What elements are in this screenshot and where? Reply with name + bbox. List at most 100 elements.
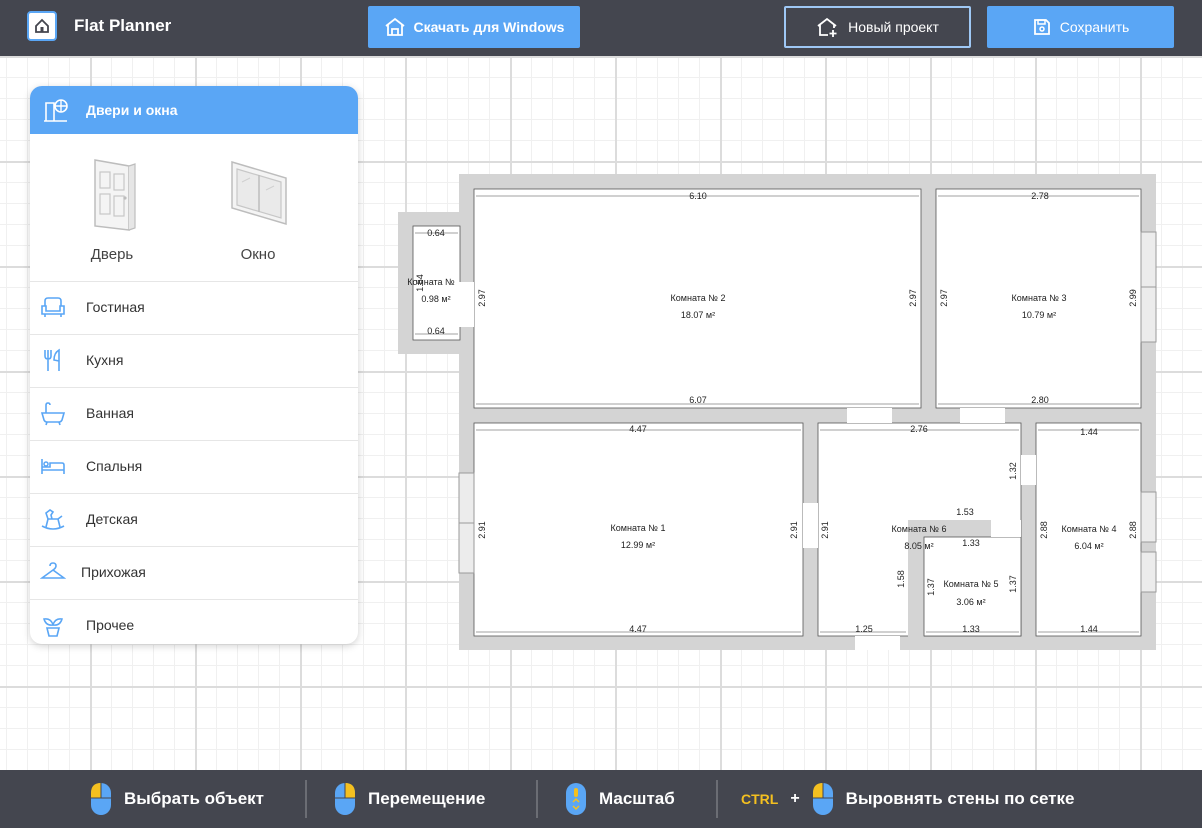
category-kids-room[interactable]: Детская bbox=[30, 494, 358, 547]
dim-r5-top: 1.33 bbox=[962, 538, 980, 548]
dim-r4-left: 2.88 bbox=[1039, 521, 1049, 539]
category-label: Прихожая bbox=[81, 564, 146, 580]
save-label: Сохранить bbox=[1059, 19, 1130, 35]
plant-icon bbox=[43, 618, 63, 637]
hint-separator bbox=[716, 780, 718, 818]
dim-r5-bottom: 1.33 bbox=[962, 624, 980, 634]
new-project-label: Новый проект bbox=[848, 19, 939, 35]
door-opening bbox=[855, 636, 900, 650]
room-4-area: 6.04 м² bbox=[1074, 541, 1103, 551]
hint-align-grid: CTRL + Выровнять стены по сетке bbox=[741, 770, 1074, 828]
room-5-wall bbox=[908, 520, 924, 650]
room-2-area: 18.07 м² bbox=[681, 310, 715, 320]
room-5-name: Комната № 5 bbox=[944, 579, 999, 589]
download-label: Скачать для Windows bbox=[413, 19, 565, 35]
house-plus-icon bbox=[817, 17, 837, 37]
dim-r6-inner: 1.58 bbox=[896, 570, 906, 588]
category-bathroom[interactable]: Ванная bbox=[30, 388, 358, 441]
dim-r6-right: 1.32 bbox=[1008, 462, 1018, 480]
dim-r4-right: 2.88 bbox=[1128, 521, 1138, 539]
armchair-icon bbox=[41, 297, 65, 317]
category-kitchen[interactable]: Кухня bbox=[30, 335, 358, 388]
room-6-area: 8.05 м² bbox=[904, 541, 933, 551]
doors-windows-tiles: Дверь Окно bbox=[30, 134, 358, 282]
category-hallway[interactable]: Прихожая bbox=[30, 547, 358, 600]
bed-icon bbox=[41, 459, 65, 474]
window-icon bbox=[231, 160, 287, 226]
rocking-horse-icon bbox=[41, 509, 65, 530]
dim-r3-top: 2.78 bbox=[1031, 191, 1049, 201]
dim-r6-mid: 1.53 bbox=[956, 507, 974, 517]
room-2-name: Комната № 2 bbox=[671, 293, 726, 303]
category-label: Ванная bbox=[86, 405, 134, 421]
new-project-button[interactable]: Новый проект bbox=[784, 6, 971, 48]
top-bar: Flat Planner Скачать для Windows Новый п… bbox=[0, 0, 1202, 56]
dim-r1-right: 2.91 bbox=[789, 521, 799, 539]
dim-r2-top: 6.10 bbox=[689, 191, 707, 201]
mouse-scroll-icon bbox=[566, 783, 586, 815]
hint-separator bbox=[305, 780, 307, 818]
hint-select-label: Выбрать объект bbox=[124, 789, 264, 808]
window-segment bbox=[458, 522, 475, 574]
category-other[interactable]: Прочее bbox=[30, 600, 358, 644]
mouse-right-click-icon bbox=[335, 783, 355, 815]
dim-r6-bottom: 1.25 bbox=[855, 624, 873, 634]
dim-r5-left: 1.37 bbox=[926, 578, 936, 596]
door-tile[interactable]: Дверь bbox=[42, 134, 182, 281]
door-opening bbox=[847, 408, 892, 423]
category-label: Спальня bbox=[86, 458, 143, 474]
objects-panel: Двери и окна Дверь Окно Гостиная Кухня В… bbox=[30, 86, 358, 644]
dim-small-top: 0.64 bbox=[427, 228, 445, 238]
category-label: Кухня bbox=[86, 352, 124, 368]
app-logo-icon bbox=[27, 11, 57, 41]
save-button[interactable]: Сохранить bbox=[987, 6, 1174, 48]
mouse-left-click-icon bbox=[812, 783, 833, 815]
category-label: Гостиная bbox=[86, 299, 145, 315]
small-room-name: Комната № bbox=[407, 277, 455, 287]
dim-r5-right: 1.37 bbox=[1008, 575, 1018, 593]
room-6-name: Комната № 6 bbox=[892, 524, 947, 534]
window-segment bbox=[1140, 231, 1157, 288]
cutlery-icon bbox=[44, 348, 60, 371]
hint-zoom: Масштаб bbox=[565, 770, 675, 828]
door-opening bbox=[803, 503, 818, 548]
door-opening bbox=[459, 282, 474, 327]
ctrl-key-label: CTRL bbox=[741, 791, 779, 807]
window-segment bbox=[458, 472, 475, 524]
category-living-room[interactable]: Гостиная bbox=[30, 282, 358, 335]
hint-move: Перемещение bbox=[334, 770, 485, 828]
room-4-name: Комната № 4 bbox=[1062, 524, 1117, 534]
panel-header-label: Двери и окна bbox=[86, 102, 178, 118]
panel-header-doors-windows[interactable]: Двери и окна bbox=[30, 86, 358, 134]
category-label: Детская bbox=[86, 511, 138, 527]
door-opening bbox=[991, 520, 1021, 537]
room-5-area: 3.06 м² bbox=[956, 597, 985, 607]
hanger-icon bbox=[40, 562, 66, 579]
door-icon bbox=[94, 159, 136, 231]
dim-r3-bottom: 2.80 bbox=[1031, 395, 1049, 405]
dim-r3-right: 2.99 bbox=[1128, 289, 1138, 307]
dim-r4-bottom: 1.44 bbox=[1080, 624, 1098, 634]
category-bedroom[interactable]: Спальня bbox=[30, 441, 358, 494]
dim-r2-right: 2.97 bbox=[908, 289, 918, 307]
window-label: Окно bbox=[240, 246, 276, 263]
dim-r4-top: 1.44 bbox=[1080, 427, 1098, 437]
room-3-area: 10.79 м² bbox=[1022, 310, 1056, 320]
small-room-area: 0.98 м² bbox=[421, 294, 450, 304]
app-title: Flat Planner bbox=[74, 16, 172, 35]
hint-separator bbox=[536, 780, 538, 818]
dim-r6-left: 2.91 bbox=[820, 521, 830, 539]
window-segment bbox=[1140, 491, 1157, 543]
room-3-name: Комната № 3 bbox=[1012, 293, 1067, 303]
mouse-left-click-icon bbox=[91, 783, 111, 815]
download-windows-button[interactable]: Скачать для Windows bbox=[368, 6, 580, 48]
window-tile[interactable]: Окно bbox=[188, 134, 328, 281]
door-label: Дверь bbox=[90, 246, 134, 263]
room-1-area: 12.99 м² bbox=[621, 540, 655, 550]
dim-r1-top: 4.47 bbox=[629, 424, 647, 434]
hint-bar: Выбрать объект Перемещение Масштаб CTRL … bbox=[0, 770, 1202, 828]
window-segment bbox=[1140, 286, 1157, 343]
dim-r2-bottom: 6.07 bbox=[689, 395, 707, 405]
plus-sign: + bbox=[790, 790, 800, 807]
dim-r6-top: 2.76 bbox=[910, 424, 928, 434]
